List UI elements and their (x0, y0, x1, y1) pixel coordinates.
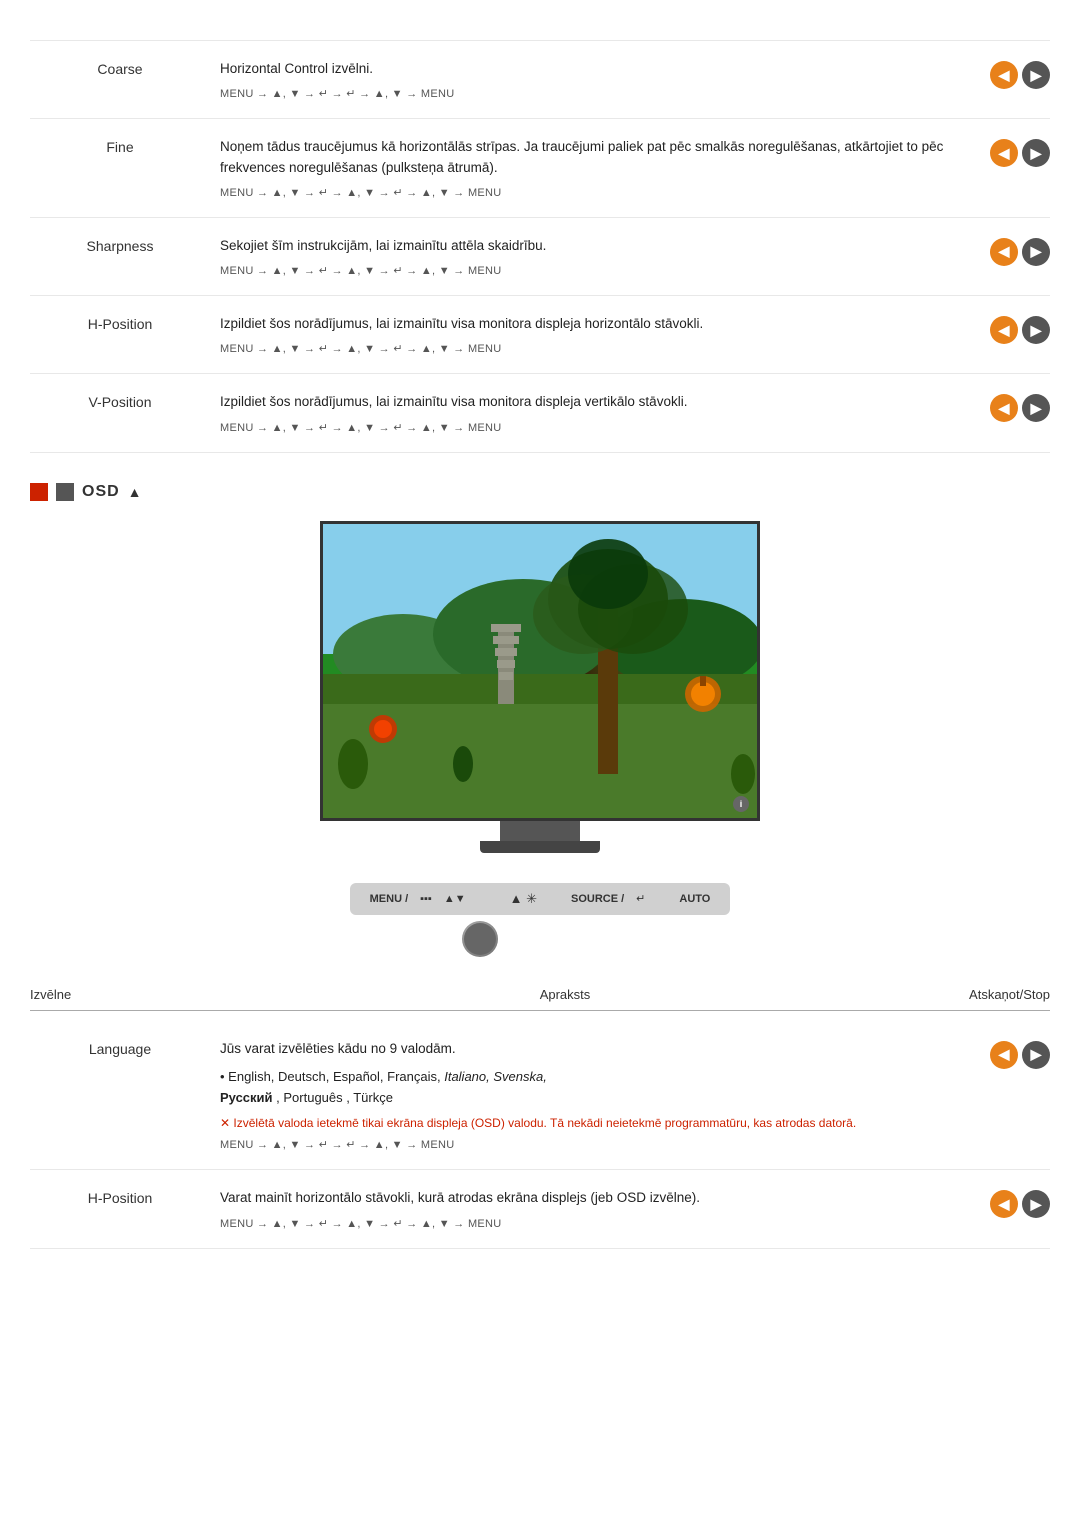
next-btn-language[interactable]: ▶ (1022, 1041, 1050, 1069)
lang-plain: • English, Deutsch, Español, Français, (220, 1069, 444, 1084)
osd-arrow-icon: ▲ (128, 484, 142, 500)
row-actions-hposition: ◀ ▶ (970, 314, 1050, 344)
osd-title: OSD (82, 483, 120, 501)
row-description-sharpness: Sekojiet šīm instrukcijām, lai izmainītu… (220, 236, 960, 256)
row-label-hposition: H-Position (30, 314, 210, 332)
row-actions-coarse: ◀ ▶ (970, 59, 1050, 89)
settings-row-hposition-osd: H-Position Varat mainīt horizontālo stāv… (30, 1170, 1050, 1248)
row-label-language: Language (30, 1039, 210, 1057)
monitor-frame: i (320, 521, 760, 853)
settings-section: Coarse Horizontal Control izvēlni. MENU … (30, 40, 1050, 453)
row-content-fine: Noņem tādus traucējumus kā horizontālās … (210, 137, 970, 199)
row-actions-vposition: ◀ ▶ (970, 392, 1050, 422)
settings-row-sharpness: Sharpness Sekojiet šīm instrukcijām, lai… (30, 218, 1050, 296)
settings-row-coarse: Coarse Horizontal Control izvēlni. MENU … (30, 40, 1050, 119)
next-btn-hposition-osd[interactable]: ▶ (1022, 1190, 1050, 1218)
row-menu-path-hposition: MENU → ▲, ▼ → ↵ → ▲, ▼ → ↵ → ▲, ▼ → MENU (220, 342, 960, 355)
prev-btn-language[interactable]: ◀ (990, 1041, 1018, 1069)
monitor-stand (500, 821, 580, 841)
monitor-screen: i (320, 521, 760, 821)
next-btn-fine[interactable]: ▶ (1022, 139, 1050, 167)
control-bar: MENU / ▪▪▪ ▲▼ ▲ ✳ SOURCE / ↵ AUTO (350, 883, 731, 915)
control-knob[interactable] (462, 921, 498, 957)
language-list: • English, Deutsch, Español, Français, I… (220, 1067, 960, 1109)
next-btn-vposition[interactable]: ▶ (1022, 394, 1050, 422)
osd-icon-gray (56, 483, 74, 501)
osd-icon-red (30, 483, 48, 501)
row-content-hposition-osd: Varat mainīt horizontālo stāvokli, kurā … (210, 1188, 970, 1229)
row-actions-fine: ◀ ▶ (970, 137, 1050, 167)
prev-btn-hposition[interactable]: ◀ (990, 316, 1018, 344)
row-actions-language: ◀ ▶ (970, 1039, 1050, 1069)
settings-row-hposition: H-Position Izpildiet šos norādījumus, la… (30, 296, 1050, 374)
monitor-base (480, 841, 600, 853)
osd-section-header: OSD ▲ (30, 483, 1050, 501)
row-content-coarse: Horizontal Control izvēlni. MENU → ▲, ▼ … (210, 59, 970, 100)
row-label-hposition-osd: H-Position (30, 1188, 210, 1206)
row-label-vposition: V-Position (30, 392, 210, 410)
row-description-vposition: Izpildiet šos norādījumus, lai izmainītu… (220, 392, 960, 412)
row-label-coarse: Coarse (30, 59, 210, 77)
prev-btn-sharpness[interactable]: ◀ (990, 238, 1018, 266)
prev-btn-hposition-osd[interactable]: ◀ (990, 1190, 1018, 1218)
row-label-sharpness: Sharpness (30, 236, 210, 254)
settings-row-language: Language Jūs varat izvēlēties kādu no 9 … (30, 1021, 1050, 1171)
menu-label: MENU / (370, 893, 409, 905)
prev-btn-fine[interactable]: ◀ (990, 139, 1018, 167)
row-actions-sharpness: ◀ ▶ (970, 236, 1050, 266)
source-label: SOURCE / (571, 893, 624, 905)
row-description-fine: Noņem tādus traucējumus kā horizontālās … (220, 137, 960, 178)
monitor-container: i (30, 521, 1050, 853)
row-description-hposition: Izpildiet šos norādījumus, lai izmainītu… (220, 314, 960, 334)
row-menu-path-sharpness: MENU → ▲, ▼ → ↵ → ▲, ▼ → ↵ → ▲, ▼ → MENU (220, 264, 960, 277)
osd-col-apraksts: Apraksts (210, 987, 920, 1002)
enter-icon: ↵ (636, 892, 645, 905)
row-menu-path-language: MENU → ▲, ▼ → ↵ → ↵ → ▲, ▼ → MENU (220, 1138, 960, 1151)
row-menu-path-hposition-osd: MENU → ▲, ▼ → ↵ → ▲, ▼ → ↵ → ▲, ▼ → MENU (220, 1217, 960, 1230)
control-bar-container: MENU / ▪▪▪ ▲▼ ▲ ✳ SOURCE / ↵ AUTO (30, 883, 1050, 957)
menu-icon: ▪▪▪ (420, 893, 432, 905)
auto-label: AUTO (679, 893, 710, 905)
language-intro: Jūs varat izvēlēties kādu no 9 valodām. (220, 1039, 960, 1059)
next-btn-coarse[interactable]: ▶ (1022, 61, 1050, 89)
row-content-language: Jūs varat izvēlēties kādu no 9 valodām. … (210, 1039, 970, 1152)
page-wrapper: Coarse Horizontal Control izvēlni. MENU … (0, 0, 1080, 1289)
next-btn-sharpness[interactable]: ▶ (1022, 238, 1050, 266)
updown-icon: ▲▼ (444, 893, 466, 905)
row-label-fine: Fine (30, 137, 210, 155)
row-actions-hposition-osd: ◀ ▶ (970, 1188, 1050, 1218)
monitor-image-svg (323, 524, 760, 821)
settings-row-vposition: V-Position Izpildiet šos norādījumus, la… (30, 374, 1050, 452)
row-description-coarse: Horizontal Control izvēlni. (220, 59, 960, 79)
settings-row-fine: Fine Noņem tādus traucējumus kā horizont… (30, 119, 1050, 218)
osd-col-izvēlne: Izvēlne (30, 987, 210, 1002)
row-content-hposition: Izpildiet šos norādījumus, lai izmainītu… (210, 314, 970, 355)
row-menu-path-coarse: MENU → ▲, ▼ → ↵ → ↵ → ▲, ▼ → MENU (220, 87, 960, 100)
row-content-sharpness: Sekojiet šīm instrukcijām, lai izmainītu… (210, 236, 970, 277)
row-description-hposition-osd: Varat mainīt horizontālo stāvokli, kurā … (220, 1188, 960, 1208)
lang-bold: Русский (220, 1090, 273, 1105)
osd-table-header: Izvēlne Apraksts Atskaņot/Stop (30, 987, 1050, 1011)
monitor-info-icon: i (733, 796, 749, 812)
language-note: ✕ Izvēlētā valoda ietekmē tikai ekrāna d… (220, 1114, 960, 1132)
row-menu-path-fine: MENU → ▲, ▼ → ↵ → ▲, ▼ → ↵ → ▲, ▼ → MENU (220, 186, 960, 199)
prev-btn-coarse[interactable]: ◀ (990, 61, 1018, 89)
osd-col-atskaņot: Atskaņot/Stop (920, 987, 1050, 1002)
prev-btn-vposition[interactable]: ◀ (990, 394, 1018, 422)
row-content-vposition: Izpildiet šos norādījumus, lai izmainītu… (210, 392, 970, 433)
next-btn-hposition[interactable]: ▶ (1022, 316, 1050, 344)
brightness-icon: ▲ ✳ (510, 891, 537, 907)
lang-rest: , Português , Türkçe (273, 1090, 393, 1105)
row-menu-path-vposition: MENU → ▲, ▼ → ↵ → ▲, ▼ → ↵ → ▲, ▼ → MENU (220, 421, 960, 434)
lang-italic: Italiano, Svenska, (444, 1069, 547, 1084)
